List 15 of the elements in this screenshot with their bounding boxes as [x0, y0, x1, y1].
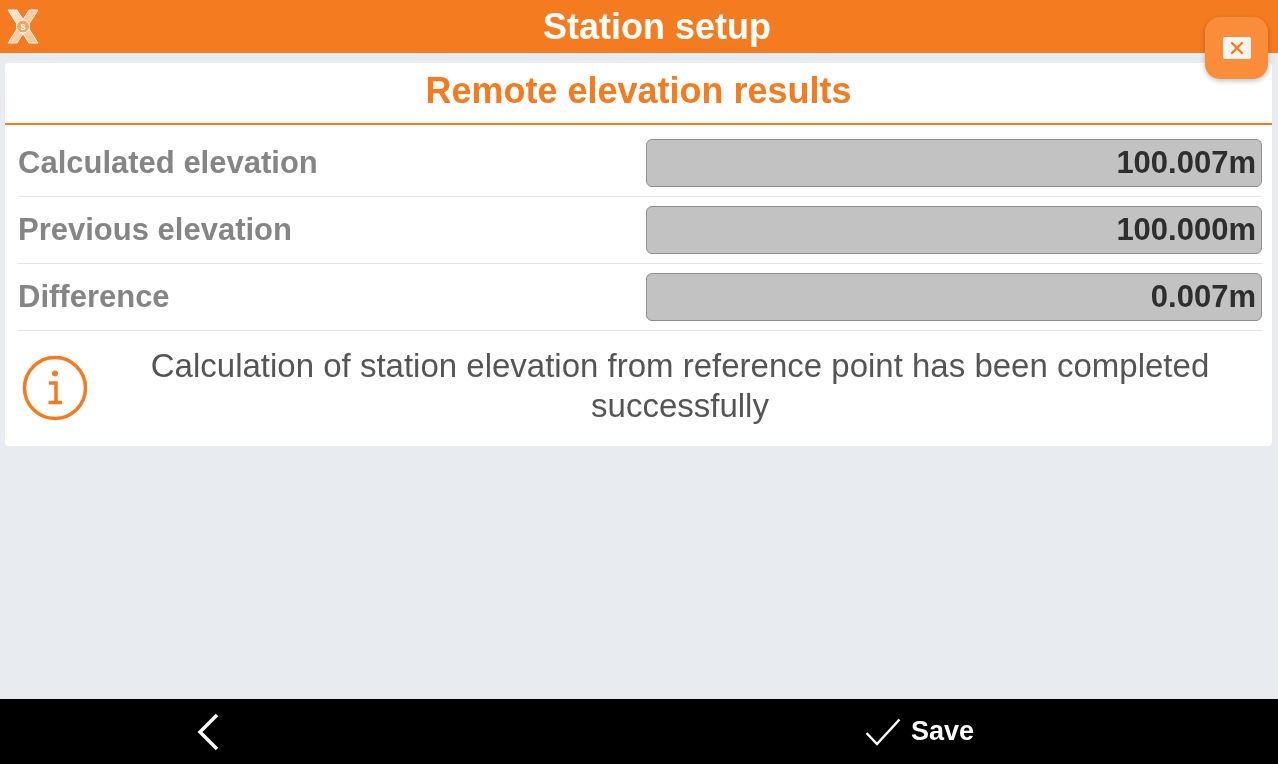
check-icon	[864, 717, 901, 746]
field-label: Calculated elevation	[18, 145, 319, 181]
logo-icon: s	[5, 8, 41, 45]
screen-title: Station setup	[542, 5, 772, 48]
info-icon	[22, 354, 88, 421]
field-label: Difference	[18, 279, 171, 315]
close-button[interactable]	[1205, 17, 1268, 79]
chevron-left-icon	[197, 712, 219, 751]
value-field: 100.007m	[646, 139, 1262, 187]
status-message: Calculation of station elevation from reference point has been completed successfully	[149, 345, 1211, 426]
value-field: 100.000m	[646, 206, 1262, 254]
close-icon	[1222, 37, 1251, 59]
save-button[interactable]: Save	[864, 706, 974, 757]
field-label: Previous elevation	[18, 212, 293, 248]
value-field: 0.007m	[646, 273, 1262, 321]
